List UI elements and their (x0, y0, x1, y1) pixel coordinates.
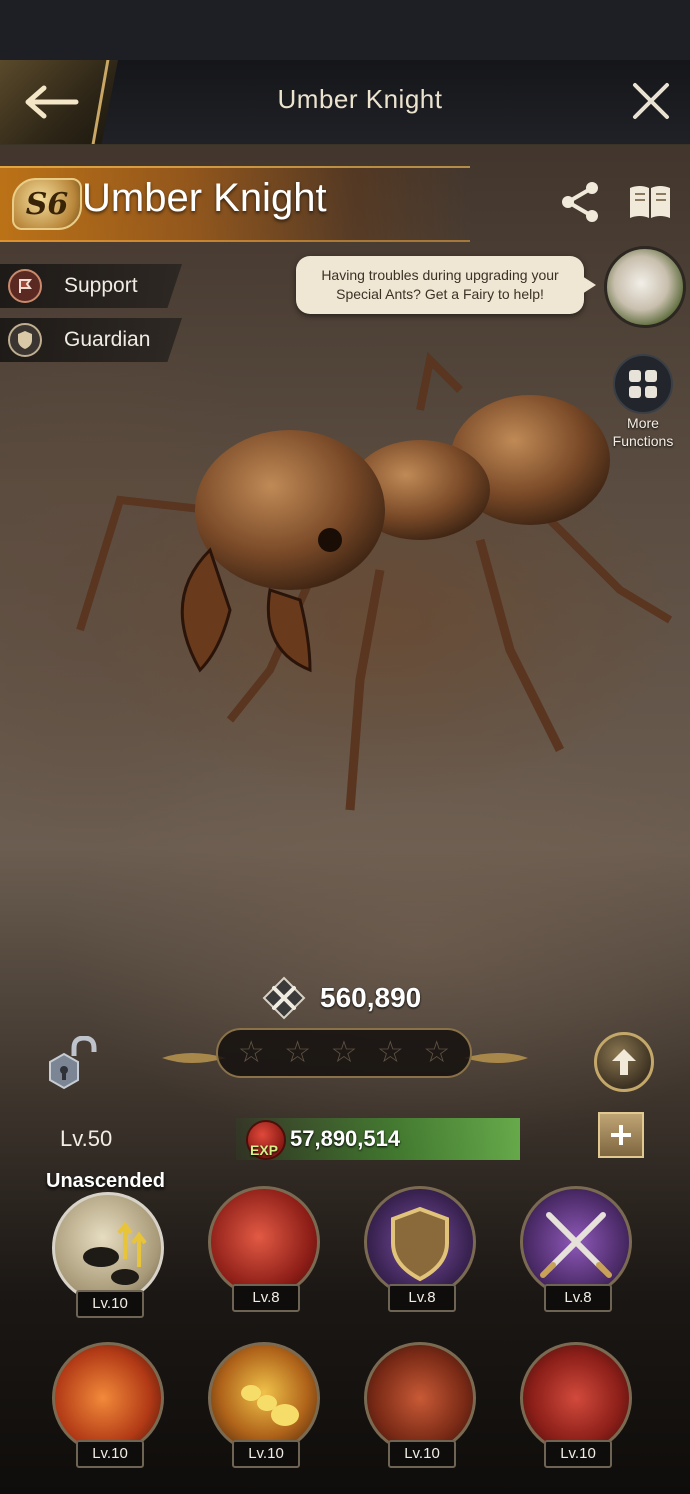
arrow-up-icon (612, 1049, 636, 1075)
skill-slot[interactable]: Lv.10 (520, 1342, 638, 1470)
golden-shield-icon (364, 1186, 476, 1298)
grade-badge: S6 (12, 178, 82, 230)
skill-slot[interactable]: Lv.10 (208, 1342, 326, 1470)
ascension-icon (52, 1192, 164, 1304)
star-icon: ☆ (330, 1036, 358, 1069)
skill-level: Lv.8 (388, 1284, 456, 1312)
share-button[interactable] (556, 178, 604, 226)
encyclopedia-button[interactable] (626, 178, 674, 226)
status-bar (0, 0, 690, 60)
book-icon (630, 186, 670, 218)
unlocked-padlock-icon (49, 1035, 97, 1090)
ant-charge-icon (364, 1342, 476, 1454)
star-icon: ☆ (423, 1036, 451, 1069)
golden-ant-icon (208, 1342, 320, 1454)
skill-level: Lv.8 (232, 1284, 300, 1312)
star-icon: ☆ (237, 1036, 265, 1069)
ascension-status: Unascended (46, 1170, 165, 1192)
skill-slot[interactable]: Lv.10 (52, 1342, 170, 1470)
skill-slot[interactable]: Lv.10 (364, 1342, 482, 1470)
back-button[interactable] (0, 60, 118, 144)
close-icon (633, 83, 669, 119)
hero-level: Lv.50 (60, 1126, 113, 1151)
lock-button[interactable] (46, 1035, 100, 1092)
ant-illustration (76, 351, 673, 811)
exp-value: 57,890,514 (290, 1126, 401, 1151)
star-icon: ☆ (376, 1036, 404, 1069)
skill-level: Lv.10 (76, 1440, 144, 1468)
skill-level: Lv.10 (544, 1440, 612, 1468)
skill-level: Lv.10 (388, 1440, 456, 1468)
role-tag-support[interactable]: Support (0, 264, 182, 308)
support-flag-icon (8, 269, 42, 303)
star-upgrade-button[interactable] (594, 1032, 654, 1092)
hero-name: Umber Knight (82, 176, 327, 220)
crossed-daggers-icon (520, 1186, 632, 1298)
page-title: Umber Knight (277, 84, 443, 114)
star-bar: ☆ ☆ ☆ ☆ ☆ (216, 1028, 472, 1078)
skill-level: Lv.10 (232, 1440, 300, 1468)
share-icon (562, 182, 598, 222)
skill-level: Lv.8 (544, 1284, 612, 1312)
add-exp-button[interactable] (598, 1112, 644, 1158)
crossed-swords-icon (262, 976, 306, 1020)
skill-slot[interactable]: Lv.8 (364, 1186, 482, 1314)
fairy-tip-bubble[interactable]: Having troubles during upgrading your Sp… (296, 256, 596, 314)
role-label-guardian: Guardian (64, 328, 151, 351)
red-burst-icon (520, 1342, 632, 1454)
role-label-support: Support (64, 274, 138, 297)
shield-icon (8, 323, 42, 357)
combat-power: 560,890 (262, 976, 421, 1020)
skill-slot[interactable]: Lv.8 (520, 1186, 638, 1314)
fairy-avatar-button[interactable] (604, 246, 686, 328)
close-button[interactable] (626, 76, 676, 126)
frenzy-strike-icon (208, 1186, 320, 1298)
exp-tag: EXP (250, 1142, 279, 1158)
star-rating: ☆ ☆ ☆ ☆ ☆ (160, 1024, 530, 1088)
skill-slot[interactable]: Lv.10 (52, 1192, 170, 1320)
skill-level: Lv.10 (76, 1290, 144, 1318)
combat-power-value: 560,890 (320, 982, 422, 1013)
arrow-left-icon (25, 85, 79, 119)
skill-slot[interactable]: Lv.8 (208, 1186, 326, 1314)
fire-pincer-icon (52, 1342, 164, 1454)
star-icon: ☆ (284, 1036, 312, 1069)
plus-icon (611, 1125, 631, 1145)
